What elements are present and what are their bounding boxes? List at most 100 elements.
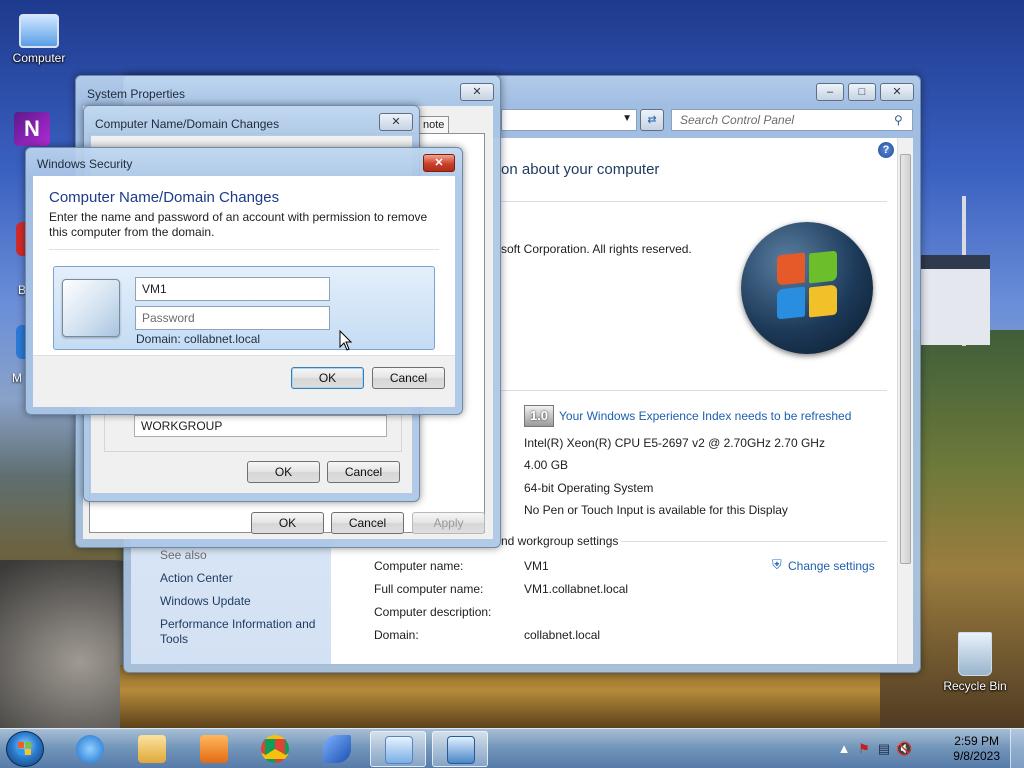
value-domain: collabnet.local bbox=[524, 628, 601, 642]
chrome-icon bbox=[261, 735, 289, 763]
taskbar: ▲ ⚑ ▤ 🔇 2:59 PM 9/8/2023 bbox=[0, 728, 1024, 768]
desktop-icon-computer[interactable]: Computer bbox=[4, 8, 74, 65]
label-computer-description: Computer description: bbox=[374, 605, 492, 619]
close-button[interactable]: ✕ bbox=[460, 83, 494, 101]
ok-button[interactable]: OK bbox=[247, 461, 320, 483]
close-button[interactable]: ✕ bbox=[379, 113, 413, 131]
window-title: System Properties bbox=[87, 87, 186, 101]
taskbar-internet-explorer[interactable] bbox=[62, 731, 118, 767]
taskbar-chrome[interactable] bbox=[247, 731, 303, 767]
experience-index-badge: 1.0 bbox=[524, 405, 554, 427]
system-type-value: 64-bit Operating System bbox=[524, 481, 654, 495]
search-icon[interactable]: ⚲ bbox=[894, 113, 903, 127]
system-tray: ▲ ⚑ ▤ 🔇 2:59 PM 9/8/2023 bbox=[834, 729, 1024, 768]
sail-app-icon bbox=[323, 735, 351, 763]
domain-line: Domain: collabnet.local bbox=[136, 332, 261, 346]
desktop-grass bbox=[120, 665, 880, 729]
label-computer-name: Computer name: bbox=[374, 559, 464, 573]
system-properties-icon bbox=[447, 736, 475, 764]
taskbar-sail-app[interactable] bbox=[309, 731, 365, 767]
workgroup-field[interactable]: WORKGROUP bbox=[134, 415, 387, 437]
file-explorer-icon bbox=[138, 735, 166, 763]
window-title: Windows Security bbox=[37, 157, 133, 171]
dialog-heading: Computer Name/Domain Changes bbox=[49, 189, 280, 206]
logo-flag-red bbox=[777, 252, 805, 286]
pen-touch-value: No Pen or Touch Input is available for t… bbox=[524, 503, 788, 517]
copyright-text: soft Corporation. All rights reserved. bbox=[501, 242, 692, 256]
dialog-footer: OK Cancel bbox=[33, 355, 455, 407]
tab-remote[interactable]: note bbox=[418, 116, 450, 134]
windows-security-dialog: Windows Security ✕ Computer Name/Domain … bbox=[25, 147, 463, 415]
windows-security-body: Computer Name/Domain Changes Enter the n… bbox=[33, 176, 455, 407]
desktop-house bbox=[920, 255, 990, 345]
network-icon[interactable]: ▤ bbox=[876, 741, 892, 757]
apply-button[interactable]: Apply bbox=[412, 512, 485, 534]
search-input[interactable]: Search Control Panel bbox=[671, 109, 913, 131]
value-computer-name: VM1 bbox=[524, 559, 549, 573]
show-desktop-button[interactable] bbox=[1010, 729, 1024, 768]
clock-date: 9/8/2023 bbox=[953, 749, 1000, 763]
taskbar-media-player[interactable] bbox=[186, 731, 242, 767]
logo-flag-yellow bbox=[809, 284, 837, 318]
mouse-cursor-icon bbox=[339, 330, 353, 351]
credential-tile[interactable]: VM1 Password Domain: collabnet.local bbox=[53, 266, 435, 350]
page-heading: on about your computer bbox=[501, 161, 660, 178]
clock-time: 2:59 PM bbox=[954, 734, 999, 748]
experience-index-link[interactable]: Your Windows Experience Index needs to b… bbox=[559, 409, 851, 423]
volume-muted-icon[interactable]: 🔇 bbox=[896, 741, 912, 757]
dialog-description: Enter the name and password of an accoun… bbox=[49, 210, 428, 239]
password-field[interactable]: Password bbox=[135, 306, 330, 330]
windows-start-icon bbox=[18, 742, 31, 755]
close-button[interactable]: ✕ bbox=[880, 83, 914, 101]
ok-button[interactable]: OK bbox=[251, 512, 324, 534]
app-shortcut-icon[interactable]: N bbox=[14, 112, 50, 146]
computer-icon bbox=[19, 14, 59, 48]
cancel-button[interactable]: Cancel bbox=[327, 461, 400, 483]
control-panel-icon bbox=[385, 736, 413, 764]
vertical-scrollbar[interactable] bbox=[897, 138, 913, 664]
change-settings-link[interactable]: Change settings bbox=[788, 559, 875, 573]
section-computer-name: nd workgroup settings bbox=[501, 534, 619, 548]
desktop-icon-recycle-bin[interactable]: Recycle Bin bbox=[940, 632, 1010, 693]
minimize-button[interactable]: – bbox=[816, 83, 844, 101]
link-windows-update[interactable]: Windows Update bbox=[160, 594, 251, 608]
shield-icon: ⛨ bbox=[772, 557, 782, 572]
link-action-center[interactable]: Action Center bbox=[160, 571, 233, 585]
ok-button[interactable]: OK bbox=[291, 367, 364, 389]
logo-flag-green bbox=[809, 250, 837, 284]
refresh-icon[interactable]: ⇄ bbox=[640, 109, 664, 131]
divider bbox=[621, 541, 887, 542]
see-also-heading: See also bbox=[160, 548, 207, 562]
memory-value: 4.00 GB bbox=[524, 458, 569, 472]
scrollbar-thumb[interactable] bbox=[900, 154, 911, 564]
logo-flag-blue bbox=[777, 286, 805, 320]
processor-value: Intel(R) Xeon(R) CPU E5-2697 v2 @ 2.70GH… bbox=[524, 436, 825, 450]
username-field[interactable]: VM1 bbox=[135, 277, 330, 301]
show-hidden-icons-icon[interactable]: ▲ bbox=[836, 741, 852, 757]
maximize-button[interactable]: □ bbox=[848, 83, 876, 101]
chevron-down-icon[interactable]: ▼ bbox=[622, 113, 632, 124]
recycle-bin-icon bbox=[958, 632, 992, 676]
desktop-icon-label: Computer bbox=[12, 51, 66, 65]
window-title: Computer Name/Domain Changes bbox=[95, 117, 280, 131]
close-button[interactable]: ✕ bbox=[423, 154, 455, 172]
value-full-computer-name: VM1.collabnet.local bbox=[524, 582, 629, 596]
clock[interactable]: 2:59 PM 9/8/2023 bbox=[953, 734, 1000, 764]
user-tile-icon bbox=[62, 279, 120, 337]
label-full-computer-name: Full computer name: bbox=[374, 582, 484, 596]
link-performance-information[interactable]: Performance Information and Tools bbox=[160, 617, 325, 647]
taskbar-system-properties[interactable] bbox=[432, 731, 488, 767]
divider bbox=[49, 249, 439, 250]
start-button[interactable] bbox=[6, 731, 44, 767]
taskbar-file-explorer[interactable] bbox=[124, 731, 180, 767]
internet-explorer-icon bbox=[76, 735, 104, 763]
label-domain: Domain: bbox=[374, 628, 419, 642]
action-center-flag-icon[interactable]: ⚑ bbox=[856, 741, 872, 757]
address-bar[interactable]: ▼ bbox=[501, 109, 637, 131]
desktop-icon-label: Recycle Bin bbox=[943, 679, 1007, 693]
taskbar-control-panel[interactable] bbox=[370, 731, 426, 767]
windows-logo bbox=[741, 222, 873, 354]
cancel-button[interactable]: Cancel bbox=[372, 367, 445, 389]
cancel-button[interactable]: Cancel bbox=[331, 512, 404, 534]
help-icon[interactable]: ? bbox=[878, 142, 894, 158]
